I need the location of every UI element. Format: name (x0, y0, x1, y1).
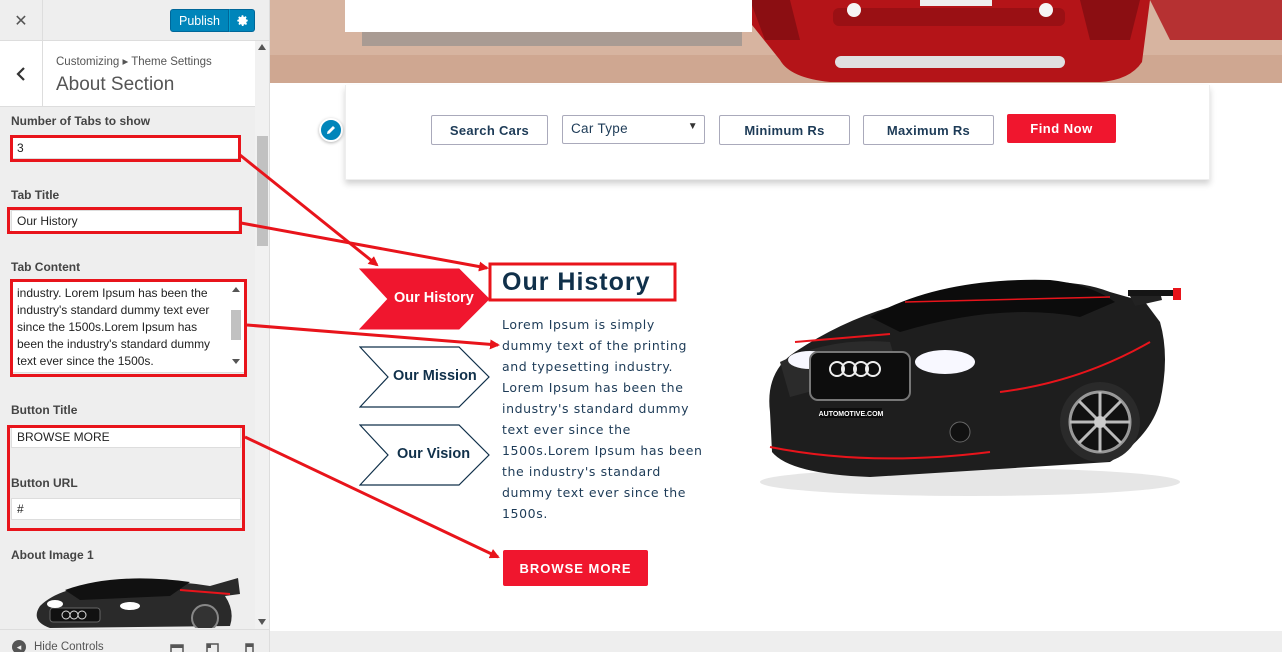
mobile-preview-icon[interactable] (245, 640, 254, 652)
car-badge: AUTOMOTIVE.COM (819, 411, 884, 418)
close-icon[interactable]: ✕ (0, 0, 43, 41)
customizer-footer: ◂ Hide Controls (0, 629, 269, 652)
hero-banner (270, 0, 1282, 83)
about-description: Lorem Ipsum is simply dummy text of the … (502, 314, 712, 524)
sidebar-scrollbar[interactable] (255, 41, 269, 629)
tab-our-history[interactable]: Our History (394, 290, 474, 306)
car-type-value: Car Type (571, 121, 628, 136)
minimum-price-field[interactable]: Minimum Rs (719, 115, 850, 145)
about-line: and typesetting industry. (502, 359, 674, 374)
back-arrow-icon[interactable] (0, 41, 43, 107)
edit-shortcut-pencil-icon[interactable] (319, 118, 343, 142)
search-cars-button[interactable]: Search Cars (431, 115, 548, 145)
tablet-preview-icon[interactable] (206, 640, 219, 652)
section-title: About Section (56, 74, 175, 95)
about-line: dummy text ever since the (502, 485, 687, 500)
site-preview: Search Cars Car Type ▼ Minimum Rs Maximu… (270, 0, 1282, 652)
about-image-thumbnail[interactable] (20, 566, 242, 628)
about-line: 1500s. (502, 506, 548, 521)
tab-our-mission[interactable]: Our Mission (393, 368, 477, 384)
tab-title-label: Tab Title (11, 188, 60, 202)
hero-content-card (345, 0, 752, 32)
car-search-panel: Search Cars Car Type ▼ Minimum Rs Maximu… (345, 85, 1210, 180)
desktop-preview-icon[interactable] (170, 640, 184, 652)
publish-button[interactable]: Publish (170, 9, 229, 32)
annotation-box (10, 135, 241, 162)
about-line: 1500s.Lorem Ipsum has been (502, 443, 703, 458)
find-now-button[interactable]: Find Now (1007, 114, 1116, 143)
maximum-price-field[interactable]: Maximum Rs (863, 115, 994, 145)
annotation-box (7, 425, 245, 531)
section-header: Customizing ▸ Theme Settings About Secti… (0, 41, 255, 107)
about-image-label: About Image 1 (11, 548, 94, 562)
scrollbar-thumb[interactable] (257, 136, 268, 246)
collapse-icon: ◂ (12, 640, 26, 652)
car-type-select[interactable]: Car Type ▼ (562, 115, 705, 144)
about-line: dummy text of the printing (502, 338, 688, 353)
browse-more-button[interactable]: BROWSE MORE (503, 550, 648, 586)
about-line: industry's standard dummy (502, 401, 690, 416)
about-car-image: AUTOMOTIVE.COM (760, 279, 1181, 496)
annotation-box (7, 207, 242, 234)
customizer-sidebar: ✕ Publish Customizing ▸ Theme Settings A… (0, 0, 270, 652)
about-line: the industry's standard (502, 464, 661, 479)
annotation-box (10, 279, 247, 377)
button-title-label: Button Title (11, 403, 78, 417)
about-title: Our History (502, 268, 651, 296)
breadcrumb: Customizing ▸ Theme Settings (56, 56, 212, 68)
about-line: text ever since the (502, 422, 631, 437)
publish-settings-gear-icon[interactable] (229, 9, 255, 32)
tabs-count-label: Number of Tabs to show (11, 114, 151, 128)
hide-controls-label: Hide Controls (34, 641, 104, 652)
preview-footer-strip (270, 631, 1282, 652)
tab-content-label: Tab Content (11, 260, 81, 274)
customizer-header-bar: ✕ Publish (0, 0, 269, 41)
dropdown-caret-icon: ▼ (687, 121, 698, 132)
tab-our-vision[interactable]: Our Vision (397, 446, 470, 462)
hide-controls-button[interactable]: ◂ Hide Controls (12, 640, 104, 652)
about-line: Lorem Ipsum has been the (502, 380, 684, 395)
about-line: Lorem Ipsum is simply (502, 317, 655, 332)
